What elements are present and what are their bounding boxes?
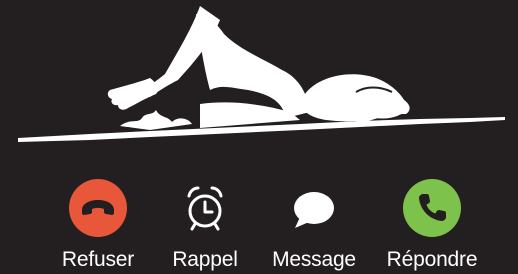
remind-me-button[interactable]: Rappel (145, 176, 265, 274)
message-button[interactable]: Message (254, 176, 374, 274)
incoming-call-screen: Refuser Rappel Message Répondre (0, 0, 518, 274)
decline-button[interactable]: Refuser (38, 176, 158, 274)
call-actions: Refuser Rappel Message Répondre (0, 176, 518, 274)
phone-icon (403, 179, 461, 237)
decline-label: Refuser (61, 248, 135, 271)
message-label: Message (272, 248, 356, 271)
remind-label: Rappel (172, 248, 238, 271)
swimmer-shoulder (196, 14, 310, 118)
swimmer-hand (107, 78, 158, 110)
phone-hangup-icon (69, 179, 127, 237)
accept-label: Répondre (386, 248, 478, 271)
swimmer-illustration (18, 6, 505, 142)
water-splash-left (120, 110, 192, 130)
accept-button[interactable]: Répondre (372, 176, 492, 274)
alarm-clock-icon (176, 179, 234, 237)
speech-bubble-icon (285, 179, 343, 237)
